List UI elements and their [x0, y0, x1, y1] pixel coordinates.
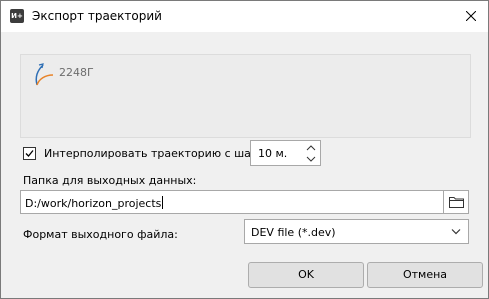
folder-icon	[449, 197, 464, 208]
dropdown-arrow-icon	[451, 229, 461, 235]
trajectory-icon	[35, 63, 54, 86]
spin-down-icon[interactable]	[305, 155, 317, 164]
export-dialog: И+ Экспорт траекторий 2248Г Интерполиров…	[0, 0, 489, 299]
step-spinbox[interactable]: 10 м.	[250, 140, 321, 166]
close-button[interactable]	[454, 1, 488, 32]
window-title: Экспорт траекторий	[32, 9, 162, 23]
app-icon: И+	[10, 9, 24, 23]
output-folder-input[interactable]: D:/work/horizon_projects	[20, 190, 443, 214]
title-bar: И+ Экспорт траекторий	[1, 1, 488, 32]
output-folder-path: D:/work/horizon_projects	[25, 196, 164, 210]
ok-button[interactable]: OK	[248, 262, 364, 288]
cancel-button[interactable]: Отмена	[367, 262, 483, 288]
output-folder-label: Папка для выходных данных:	[23, 174, 197, 187]
output-format-label: Формат выходного файла:	[23, 228, 178, 241]
trajectory-preview: 2248Г	[20, 54, 471, 138]
output-format-value: DEV file (*.dev)	[251, 226, 336, 239]
trajectory-name: 2248Г	[59, 66, 94, 79]
step-value: 10 м.	[258, 147, 288, 160]
browse-folder-button[interactable]	[443, 190, 469, 214]
close-icon	[466, 11, 476, 21]
checkmark-icon	[25, 150, 34, 157]
interpolate-label: Интерполировать траекторию с шагом	[44, 147, 272, 160]
spin-up-icon[interactable]	[305, 143, 317, 152]
output-format-select[interactable]: DEV file (*.dev)	[244, 219, 469, 244]
interpolate-checkbox[interactable]	[23, 147, 36, 160]
